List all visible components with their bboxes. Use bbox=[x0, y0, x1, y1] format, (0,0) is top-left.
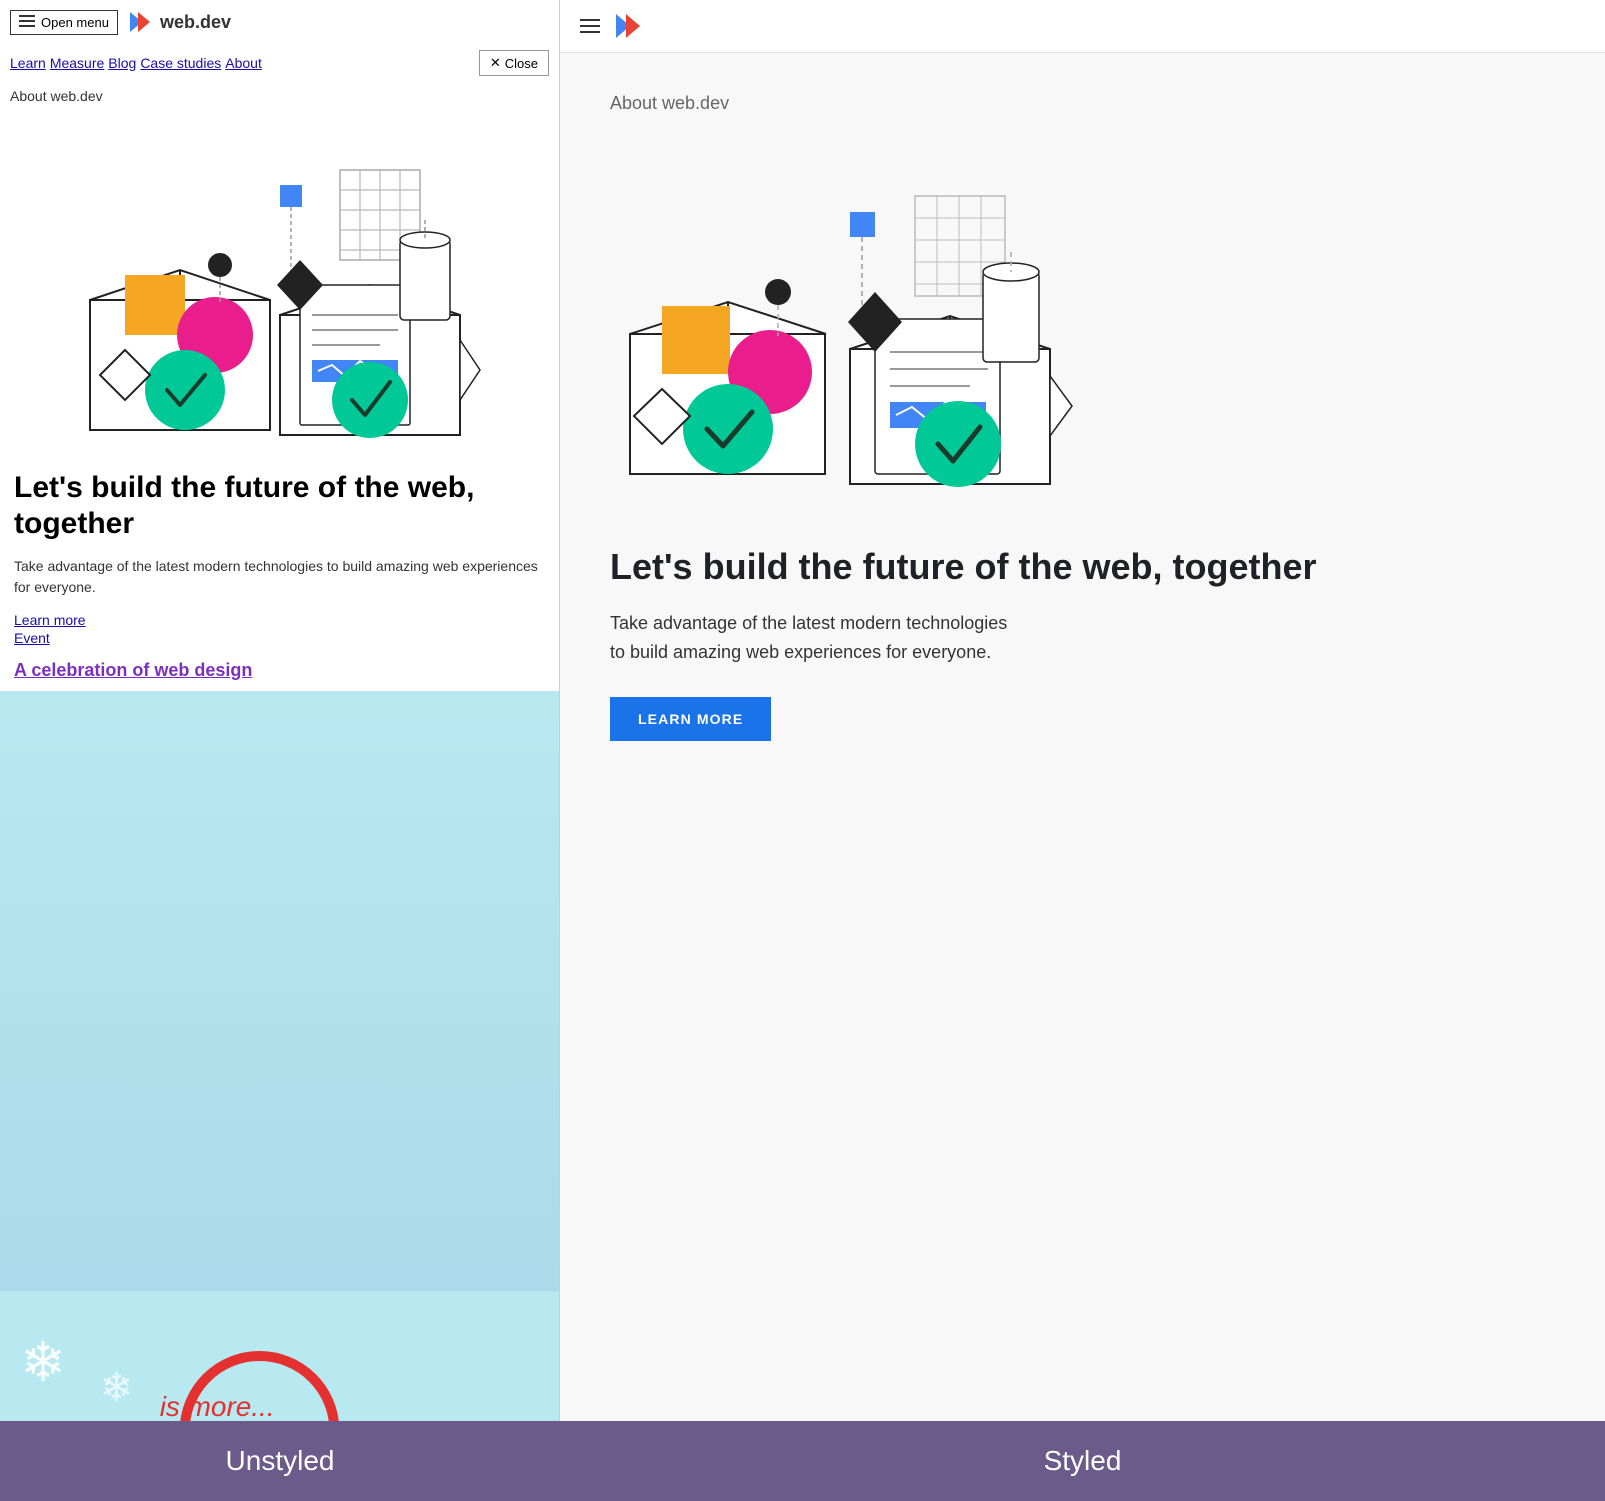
learn-more-button[interactable]: LEARN MORE bbox=[610, 697, 771, 741]
illustration-left bbox=[0, 110, 559, 460]
right-heading: Let's build the future of the web, toget… bbox=[610, 544, 1555, 589]
celebration-link[interactable]: A celebration of web design bbox=[14, 660, 252, 680]
svg-text:is more...: is more... bbox=[160, 1391, 275, 1421]
styled-label-container: Styled bbox=[560, 1421, 1605, 1501]
svg-text:❄: ❄ bbox=[100, 1366, 133, 1410]
nav-about[interactable]: About bbox=[225, 55, 262, 71]
logo-text-left: web.dev bbox=[160, 12, 231, 33]
logo-icon-left bbox=[126, 8, 154, 36]
right-header bbox=[560, 0, 1605, 53]
close-icon: ✕ bbox=[490, 55, 501, 71]
learn-more-link[interactable]: Learn more bbox=[14, 612, 545, 628]
left-panel: Open menu web.dev Learn Measure Blog Cas… bbox=[0, 0, 560, 1421]
event-link[interactable]: Event bbox=[14, 630, 545, 646]
nav-case-studies[interactable]: Case studies bbox=[140, 55, 221, 71]
left-header: Open menu web.dev bbox=[0, 0, 559, 44]
close-label: Close bbox=[505, 56, 538, 71]
bottom-labels: Unstyled Styled bbox=[0, 1421, 1605, 1501]
nav-blog[interactable]: Blog bbox=[108, 55, 136, 71]
hamburger-icon bbox=[19, 15, 35, 30]
open-menu-button[interactable]: Open menu bbox=[10, 10, 118, 35]
logo-icon-right bbox=[612, 10, 644, 42]
right-description: Take advantage of the latest modern tech… bbox=[610, 609, 1010, 667]
svg-text:❄: ❄ bbox=[20, 1331, 66, 1393]
left-nav: Learn Measure Blog Case studies About ✕ … bbox=[0, 44, 559, 82]
close-button[interactable]: ✕ Close bbox=[479, 50, 549, 76]
styled-label: Styled bbox=[1044, 1445, 1122, 1477]
nav-learn[interactable]: Learn bbox=[10, 55, 46, 71]
about-text-right: About web.dev bbox=[610, 93, 1555, 114]
logo-left: web.dev bbox=[126, 8, 231, 36]
left-description: Take advantage of the latest modern tech… bbox=[14, 556, 545, 598]
illustration-right bbox=[610, 144, 1555, 514]
left-links: Learn more Event bbox=[14, 612, 545, 646]
nav-measure[interactable]: Measure bbox=[50, 55, 104, 71]
left-heading: Let's build the future of the web, toget… bbox=[14, 470, 545, 542]
right-panel: About web.dev bbox=[560, 0, 1605, 1421]
left-content: Let's build the future of the web, toget… bbox=[0, 460, 559, 691]
open-menu-label: Open menu bbox=[41, 15, 109, 30]
right-content: About web.dev bbox=[560, 53, 1605, 1421]
hamburger-icon-right[interactable] bbox=[580, 19, 600, 33]
left-bottom-image: ❄ ❄ is more... bbox=[0, 691, 559, 1421]
unstyled-label-container: Unstyled bbox=[0, 1421, 560, 1501]
unstyled-label: Unstyled bbox=[226, 1445, 335, 1477]
about-text-left: About web.dev bbox=[0, 82, 559, 110]
